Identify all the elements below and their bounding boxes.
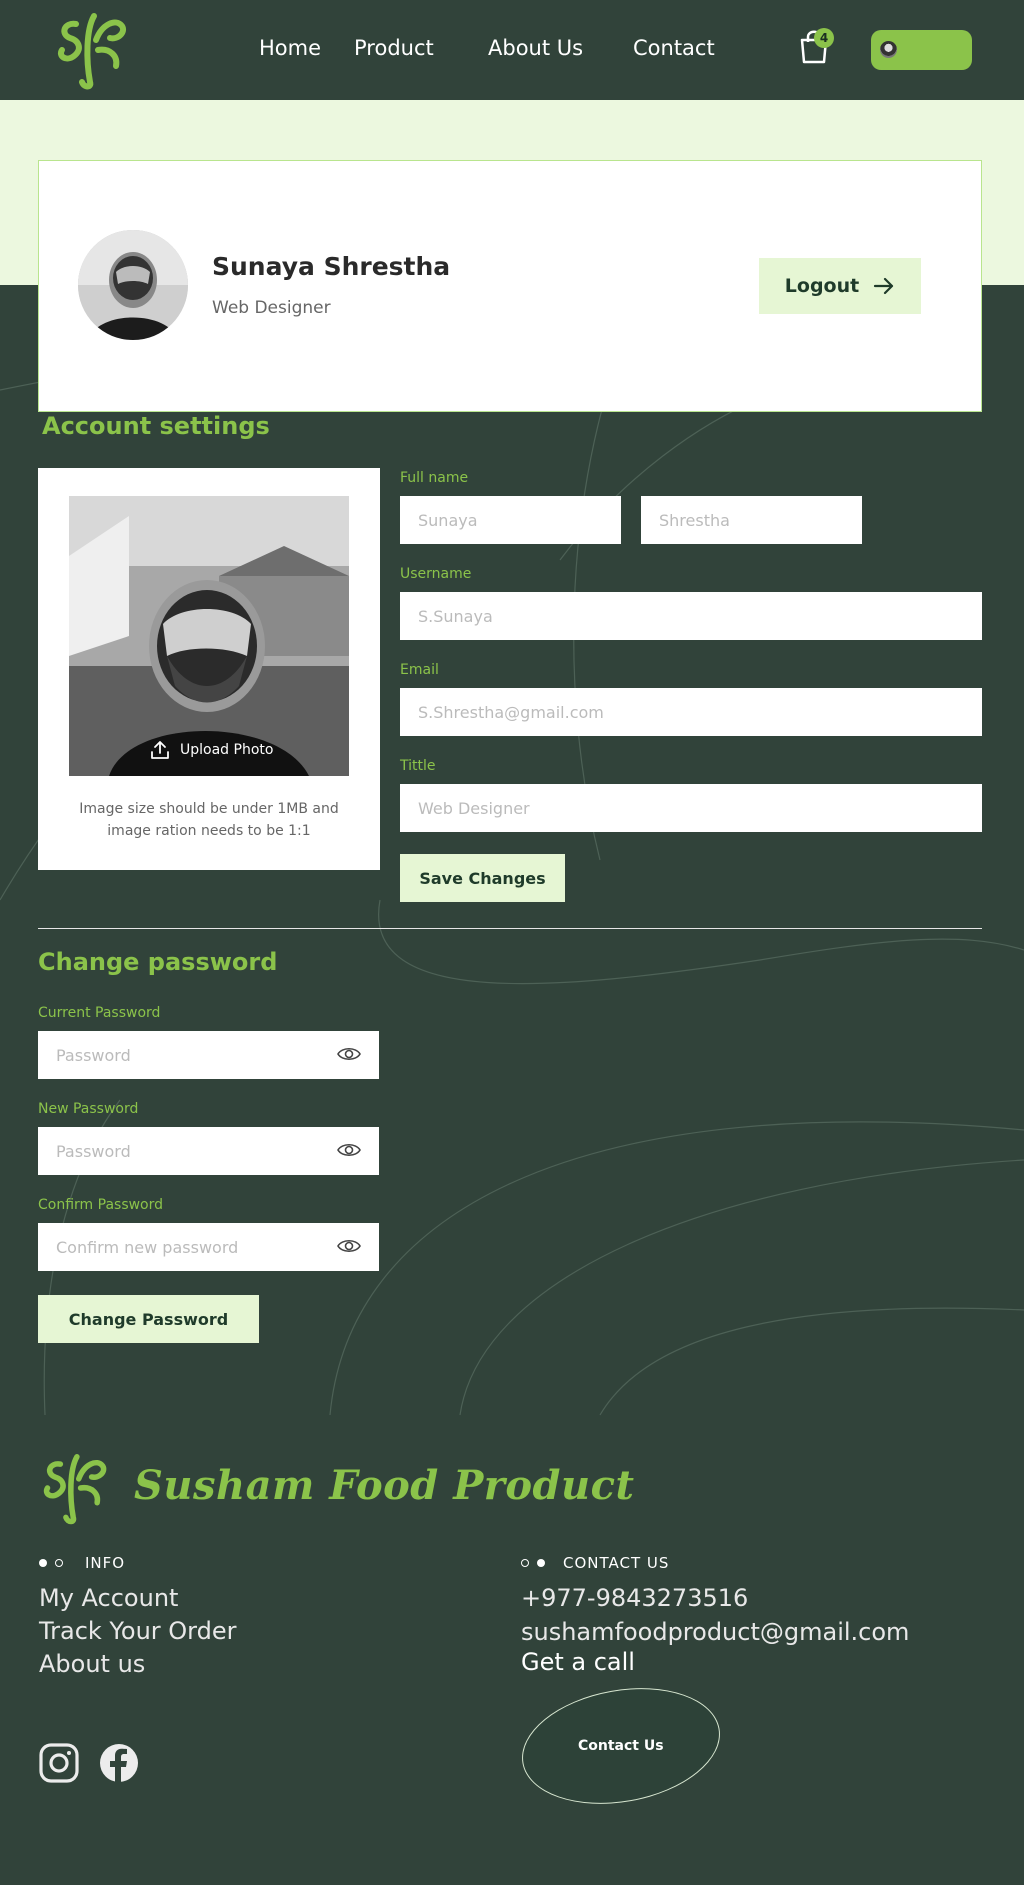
- show-password-eye-icon[interactable]: [337, 1045, 361, 1063]
- contact-heading-label: CONTACT US: [563, 1554, 670, 1572]
- contact-phone[interactable]: +977-9843273516: [521, 1584, 748, 1612]
- dot-icon: [537, 1559, 545, 1567]
- dot-icon: [39, 1559, 47, 1567]
- show-new-password-eye-icon[interactable]: [337, 1141, 361, 1159]
- logout-button[interactable]: Logout: [759, 258, 921, 314]
- facebook-icon[interactable]: [99, 1743, 139, 1783]
- section-divider: [38, 928, 982, 929]
- confirm-password-input[interactable]: Confirm new password: [38, 1223, 379, 1271]
- change-password-button[interactable]: Change Password: [38, 1295, 259, 1343]
- nav-about-us[interactable]: About Us: [488, 36, 583, 60]
- upload-icon: [151, 741, 169, 759]
- email-input[interactable]: S.Shrestha@gmail.com: [400, 688, 982, 736]
- footer-link-track-order[interactable]: Track Your Order: [39, 1617, 237, 1645]
- username-input[interactable]: S.Sunaya: [400, 592, 982, 640]
- helmet-photo-image: [69, 496, 349, 776]
- nav-home[interactable]: Home: [259, 36, 321, 60]
- logout-label: Logout: [784, 275, 860, 297]
- cart-count-badge: 4: [814, 28, 834, 48]
- confirm-password-label: Confirm Password: [38, 1197, 164, 1213]
- change-password-title: Change password: [38, 948, 278, 976]
- job-title-input[interactable]: Web Designer: [400, 784, 982, 832]
- email-label: Email: [400, 662, 439, 678]
- upload-photo-button[interactable]: Upload Photo: [150, 740, 273, 760]
- upload-photo-label: Upload Photo: [180, 742, 274, 758]
- contact-us-button[interactable]: Contact Us: [512, 1673, 730, 1819]
- info-heading: INFO: [39, 1554, 125, 1572]
- save-changes-button[interactable]: Save Changes: [400, 854, 565, 902]
- helmet-portrait-image: [78, 230, 188, 340]
- current-password-input[interactable]: Password: [38, 1031, 379, 1079]
- footer-link-my-account[interactable]: My Account: [39, 1584, 178, 1612]
- contact-email[interactable]: sushamfoodproduct@gmail.com: [521, 1618, 909, 1646]
- dot-outline-icon: [55, 1559, 63, 1567]
- get-a-call-text: Get a call: [521, 1648, 635, 1676]
- arrow-right-icon: [874, 277, 894, 295]
- show-confirm-password-eye-icon[interactable]: [337, 1237, 361, 1255]
- profile-role: Web Designer: [212, 298, 331, 318]
- contact-us-label: Contact Us: [578, 1738, 664, 1755]
- brand-logo-icon[interactable]: [56, 10, 130, 90]
- title-label: Tittle: [400, 758, 436, 774]
- profile-name: Sunaya Shrestha: [212, 252, 451, 281]
- last-name-input[interactable]: Shrestha: [641, 496, 862, 544]
- footer-logo-icon: [43, 1454, 107, 1525]
- instagram-icon[interactable]: [39, 1743, 79, 1783]
- contact-heading: CONTACT US: [521, 1554, 669, 1572]
- new-password-input[interactable]: Password: [38, 1127, 379, 1175]
- profile-avatar: [78, 230, 188, 340]
- nav-product[interactable]: Product: [354, 36, 434, 60]
- current-password-label: Current Password: [38, 1005, 161, 1021]
- full-name-label: Full name: [400, 470, 469, 486]
- top-navbar: Home Product About Us Contact 4: [0, 0, 1024, 100]
- info-heading-label: INFO: [85, 1554, 126, 1572]
- account-settings-title: Account settings: [42, 412, 270, 440]
- photo-size-note: Image size should be under 1MB and image…: [79, 801, 339, 839]
- footer-brand-name: Susham Food Product: [134, 1462, 635, 1509]
- dot-outline-icon: [521, 1559, 529, 1567]
- first-name-input[interactable]: Sunaya: [400, 496, 621, 544]
- footer-link-about-us[interactable]: About us: [39, 1650, 145, 1678]
- new-password-label: New Password: [38, 1101, 139, 1117]
- nav-contact[interactable]: Contact: [633, 36, 715, 60]
- username-label: Username: [400, 566, 472, 582]
- avatar: [880, 41, 897, 58]
- profile-photo: [69, 496, 349, 776]
